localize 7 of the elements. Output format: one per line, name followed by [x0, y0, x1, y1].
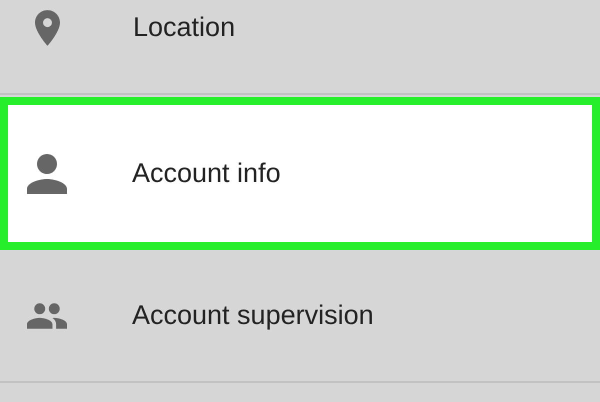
item-label: Account supervision — [132, 300, 374, 331]
settings-item[interactable]: Account info — [0, 97, 600, 250]
item-label: Account info — [132, 158, 281, 189]
person-icon — [27, 154, 67, 194]
people-icon — [27, 302, 67, 328]
location-pin-icon — [35, 10, 60, 46]
item-label: Location — [133, 12, 236, 43]
